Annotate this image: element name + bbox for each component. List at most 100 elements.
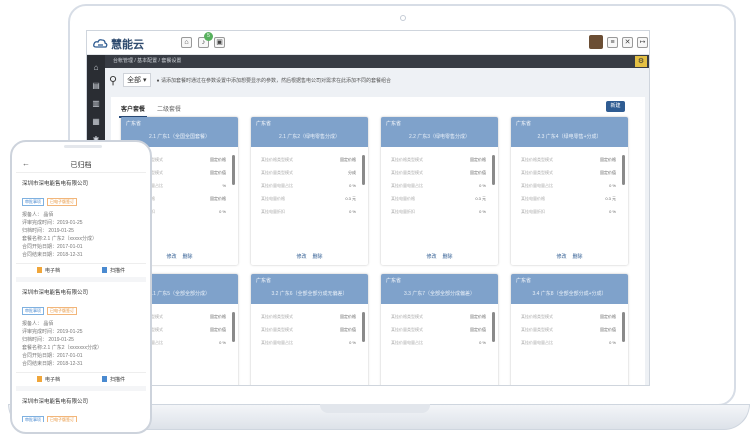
- detail-line: 合同结束日期：2018-12-31: [22, 361, 83, 367]
- card-row-key: 某挂价量类型模式: [391, 170, 423, 175]
- region-select[interactable]: 全部 ▾: [123, 73, 151, 87]
- card-row: 某挂价量类型模式 固定价值: [391, 170, 486, 176]
- delete-link[interactable]: 删除: [313, 254, 323, 260]
- scan-file-button[interactable]: 扫描件: [81, 264, 146, 277]
- card-row-value: 0.3 元: [605, 196, 616, 201]
- chart-icon[interactable]: ▥: [91, 99, 101, 108]
- new-button[interactable]: 新建: [606, 101, 625, 112]
- card-region-tag: 广东省: [256, 121, 272, 127]
- cloud-logo-icon: [93, 39, 108, 48]
- status-badge: 已电子版签订: [47, 198, 77, 206]
- electronic-file-button[interactable]: 电子档: [16, 373, 81, 386]
- scan-file-button[interactable]: 扫描件: [81, 373, 146, 386]
- electronic-file-button[interactable]: 电子档: [16, 264, 81, 277]
- filter-tip: ● 请添加套餐时通过在参数设置中添加想要显示的参数，然后根据售电公司对需求在此添…: [156, 77, 391, 84]
- electronic-file-label: 电子档: [44, 268, 60, 274]
- card-row: 某挂电量折扣 0 %: [391, 209, 486, 215]
- card-row-key: 某挂价量电量占比: [521, 183, 553, 188]
- delete-link[interactable]: 删除: [443, 254, 453, 260]
- card-row: 某挂价量电量占比 0 %: [391, 340, 486, 346]
- tabs: 客户套餐 二级套餐: [119, 101, 183, 118]
- card-row: 某挂价格类型模式 固定价格: [391, 157, 486, 163]
- item-actions: 电子档 扫描件: [16, 372, 146, 386]
- scrollbar[interactable]: [622, 155, 625, 185]
- home-icon[interactable]: ⌂: [91, 63, 101, 72]
- company-name: 深圳市深电能售电有限公司: [22, 399, 89, 405]
- delete-link[interactable]: 删除: [183, 254, 193, 260]
- card-row-key: 某挂电量折扣: [391, 209, 415, 214]
- card-row-value: 0 %: [479, 183, 486, 188]
- scrollbar[interactable]: [362, 312, 365, 342]
- card-title: 3.2 广东6（全部全部分成无偏差）: [271, 291, 348, 297]
- detail-line: 合同开始日期：2017-01-01: [22, 353, 83, 359]
- gear-icon[interactable]: ⚙: [635, 56, 647, 67]
- card-row-key: 某挂价格类型模式: [391, 314, 423, 319]
- card-header: 广东省 2.2 广东3（绿电零售分成）: [381, 117, 498, 147]
- brand[interactable]: 慧能云: [93, 36, 144, 52]
- detail-line: 评审完成时间：2019-01-25: [22, 220, 83, 226]
- detail-line: 合同开始日期：2017-01-01: [22, 244, 83, 250]
- phone-frame: ← 已归档 深圳市深电能售电有限公司 审批事项 已电子版签订 报备人： 晶佰 评审完成时…: [10, 140, 152, 434]
- status-badge: 已电子版签订: [47, 307, 77, 315]
- scan-icon: [101, 267, 107, 273]
- card-row-value: 0.3 元: [475, 196, 486, 201]
- card-row-key: 某挂价量电量占比: [391, 183, 423, 188]
- fullscreen-icon[interactable]: ✕: [622, 37, 633, 48]
- card-row-value: 固定价值: [470, 327, 486, 332]
- card-row-value: 0 %: [479, 340, 486, 345]
- list-icon[interactable]: ≡: [607, 37, 618, 48]
- card-row-key: 某挂电量价格: [261, 196, 285, 201]
- logout-icon[interactable]: ↦: [637, 37, 648, 48]
- card-header: 广东省 3.4 广东8（全部全部分成+分成）: [511, 274, 628, 304]
- card-row: 某挂价格类型模式 固定价格: [521, 157, 616, 163]
- card-body: 某挂价格类型模式 固定价格某挂价量类型模式 固定价值某挂价量电量占比 0 %: [511, 304, 628, 385]
- package-card: 广东省 2.2 广东3（绿电零售分成） 某挂价格类型模式 固定价格 某挂价量类型模式 固定…: [381, 117, 498, 265]
- image-icon[interactable]: ▣: [214, 37, 225, 48]
- edit-link[interactable]: 修改: [426, 254, 436, 260]
- file-icon: [36, 267, 42, 273]
- edit-link[interactable]: 修改: [296, 254, 306, 260]
- detail-line: 套餐名称:2.1 广东2（xxxxxxx分成）: [22, 345, 103, 351]
- card-row-value: 0 %: [479, 209, 486, 214]
- package-card: 广东省 3.4 广东8（全部全部分成+分成） 某挂价格类型模式 固定价格 某挂价量类型模…: [511, 274, 628, 385]
- card-row-key: 某挂价格类型模式: [521, 314, 553, 319]
- phone-header: ← 已归档: [16, 156, 146, 173]
- scrollbar[interactable]: [492, 155, 495, 185]
- scrollbar[interactable]: [622, 312, 625, 342]
- status-badge: 审批事项: [22, 307, 44, 315]
- delete-link[interactable]: 删除: [573, 254, 583, 260]
- avatar[interactable]: [589, 35, 603, 49]
- scrollbar[interactable]: [492, 312, 495, 342]
- edit-link[interactable]: 修改: [556, 254, 566, 260]
- home-icon[interactable]: ⌂: [181, 37, 192, 48]
- scrollbar[interactable]: [232, 312, 235, 342]
- tab-secondary-package[interactable]: 二级套餐: [155, 101, 183, 118]
- edit-link[interactable]: 修改: [166, 254, 176, 260]
- scrollbar[interactable]: [232, 155, 235, 185]
- tab-customer-package[interactable]: 客户套餐: [119, 101, 148, 118]
- card-row-value: 0 %: [349, 340, 356, 345]
- card-region-tag: 广东省: [516, 278, 532, 284]
- package-card: 广东省 2.3 广东4（绿电零售+分成） 某挂价格类型模式 固定价格 某挂价量类型模式 固…: [511, 117, 628, 265]
- archive-item[interactable]: 深圳市深电能售电有限公司审批事项已电子版签订报备人： 晶佰评审完成时间：2019…: [16, 173, 146, 277]
- card-row-value: 固定价值: [470, 170, 486, 175]
- card-row-value: 固定价格: [340, 314, 356, 319]
- detail-line: 归档时间： 2019-01-25: [22, 337, 74, 343]
- analytics-icon[interactable]: ▦: [91, 117, 101, 126]
- card-row: 某挂价量类型模式 固定价值: [391, 327, 486, 333]
- card-row: 某挂价量电量占比 0 %: [261, 183, 356, 189]
- document-icon[interactable]: ▤: [91, 81, 101, 90]
- scrollbar[interactable]: [362, 155, 365, 185]
- card-header: 广东省 3.2 广东6（全部全部分成无偏差）: [251, 274, 368, 304]
- package-card: 广东省 3.2 广东6（全部全部分成无偏差） 某挂价格类型模式 固定价格 某挂价量类型模…: [251, 274, 368, 385]
- card-row-value: 固定价格: [340, 157, 356, 162]
- archive-item[interactable]: 深圳市深电能售电有限公司审批事项已电子版签订报备人： 晶佰评审完成时间：2019…: [16, 282, 146, 386]
- archive-item[interactable]: 深圳市深电能售电有限公司审批事项已电子版签订报备人： 晶佰评审完成时间：2019…: [16, 391, 146, 422]
- card-row-value: 0 %: [609, 209, 616, 214]
- card-header: 广东省 2.3 广东4（绿电零售+分成）: [511, 117, 628, 147]
- card-row-value: 0 %: [219, 340, 226, 345]
- card-row-key: 某挂价量类型模式: [521, 327, 553, 332]
- card-actions: 修改 删除: [251, 253, 368, 260]
- card-row-key: 某挂价量类型模式: [521, 170, 553, 175]
- card-row-value: 0 %: [219, 209, 226, 214]
